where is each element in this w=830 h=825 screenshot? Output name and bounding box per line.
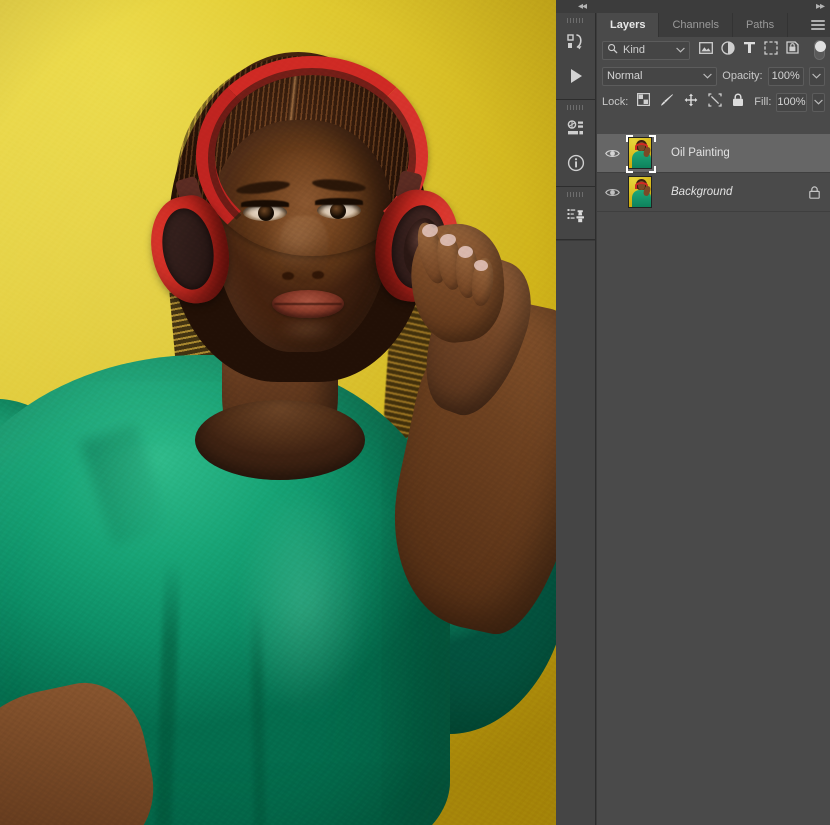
text-t-icon[interactable] [743, 41, 756, 59]
fill-input[interactable]: 100% [776, 92, 807, 112]
image-icon[interactable] [699, 41, 713, 59]
layer-filter-kind-select[interactable]: Kind [602, 40, 690, 60]
layers-list[interactable]: Oil Painting Background [597, 134, 830, 825]
history-icon [566, 32, 586, 52]
layer-filter-row: Kind [597, 37, 830, 63]
magnifier-icon [607, 43, 618, 57]
rail-item-history-panel[interactable] [556, 25, 596, 59]
tab-paths-label: Paths [745, 19, 775, 31]
lip-line [274, 303, 342, 305]
blend-opacity-row: Normal Opacity: 100% [597, 63, 830, 89]
layer-filter-kind-label: Kind [623, 44, 646, 56]
rail-group-adjustments-info [556, 105, 595, 187]
layer-filter-type-buttons [699, 40, 799, 60]
blend-mode-value: Normal [607, 70, 643, 82]
shape-frame-icon[interactable] [764, 40, 778, 60]
rail-item-clone-source-panel[interactable] [556, 199, 596, 233]
double-chevron-right-icon[interactable]: ▸▸ [816, 1, 825, 12]
document-canvas[interactable] [0, 0, 556, 825]
adjustments-icon [566, 119, 586, 139]
tab-layers[interactable]: Layers [597, 13, 660, 37]
layer-name-background[interactable]: Background [657, 186, 806, 198]
rail-group-clone-source [556, 192, 595, 240]
half-circle-icon[interactable] [721, 40, 735, 60]
rail-item-actions-panel[interactable] [556, 59, 596, 93]
portrait-figure [0, 0, 556, 825]
lock-fill-row: Lock: Fill: 100% [597, 89, 830, 115]
brush-icon[interactable] [660, 93, 674, 112]
chevron-down-icon [703, 70, 713, 82]
fill-label: Fill: [754, 96, 772, 108]
double-chevron-left-icon[interactable]: ◂◂ [578, 1, 587, 12]
filter-enable-toggle[interactable] [814, 40, 826, 60]
layer-locked-icon [806, 185, 822, 199]
layer-thumbnail [628, 137, 652, 169]
smart-object-icon[interactable] [786, 41, 799, 59]
rail-group-grip-2[interactable] [566, 105, 585, 110]
hamburger-menu-icon[interactable] [810, 19, 826, 31]
info-circle-icon [566, 153, 586, 173]
tab-channels[interactable]: Channels [659, 13, 733, 37]
rail-group-history-actions [556, 18, 595, 100]
collapsed-panel-rail [556, 13, 596, 825]
padlock-icon[interactable] [732, 93, 744, 112]
opacity-label: Opacity: [722, 70, 763, 82]
rail-group-grip-1[interactable] [566, 18, 585, 23]
opacity-input[interactable]: 100% [767, 66, 804, 86]
dress-highlight [210, 470, 400, 800]
tab-channels-label: Channels [672, 19, 719, 31]
chin-shading [262, 320, 352, 352]
layer-row-background[interactable]: Background [597, 173, 830, 212]
rail-group-grip-3[interactable] [566, 192, 585, 197]
opacity-stepper[interactable] [808, 66, 825, 86]
layer-thumbnail [628, 176, 652, 208]
nostril-left [282, 272, 294, 280]
rail-item-adjustments-panel[interactable] [556, 112, 596, 146]
lock-label: Lock: [602, 96, 629, 108]
canvas-image [0, 0, 556, 825]
rail-divider [556, 240, 595, 241]
dock-title-bar: ◂◂ ▸▸ [556, 0, 830, 13]
artboard-icon[interactable] [708, 92, 722, 112]
clone-stamp-icon [566, 206, 586, 226]
layers-panel: Layers Channels Paths Kind Normal Opacit… [597, 13, 830, 825]
lock-buttons [637, 92, 744, 112]
photoshop-window: ◂◂ ▸▸ Layers Channels Paths Kind Normal … [0, 0, 830, 825]
play-icon [566, 66, 586, 86]
layer-thumbnail-wrap[interactable] [623, 135, 657, 173]
layer-thumbnail-wrap[interactable] [623, 175, 657, 209]
checkerboard-icon[interactable] [637, 93, 651, 111]
layer-row-oil-painting[interactable]: Oil Painting [597, 134, 830, 173]
blend-mode-select[interactable]: Normal [602, 66, 718, 86]
right-dock: ◂◂ ▸▸ Layers Channels Paths Kind Normal … [556, 0, 830, 825]
panel-tab-bar: Layers Channels Paths [597, 13, 830, 37]
layer-visibility-toggle[interactable] [601, 187, 623, 198]
fill-stepper[interactable] [811, 92, 825, 112]
move-arrows-icon[interactable] [684, 93, 698, 112]
chevron-down-icon [676, 44, 685, 56]
layer-name-oil-painting[interactable]: Oil Painting [657, 147, 806, 159]
dress-collar [195, 400, 365, 480]
tab-paths[interactable]: Paths [733, 13, 789, 37]
layer-visibility-toggle[interactable] [601, 148, 623, 159]
nostril-right [312, 271, 324, 279]
rail-item-info-panel[interactable] [556, 146, 596, 180]
tab-layers-label: Layers [610, 19, 646, 31]
